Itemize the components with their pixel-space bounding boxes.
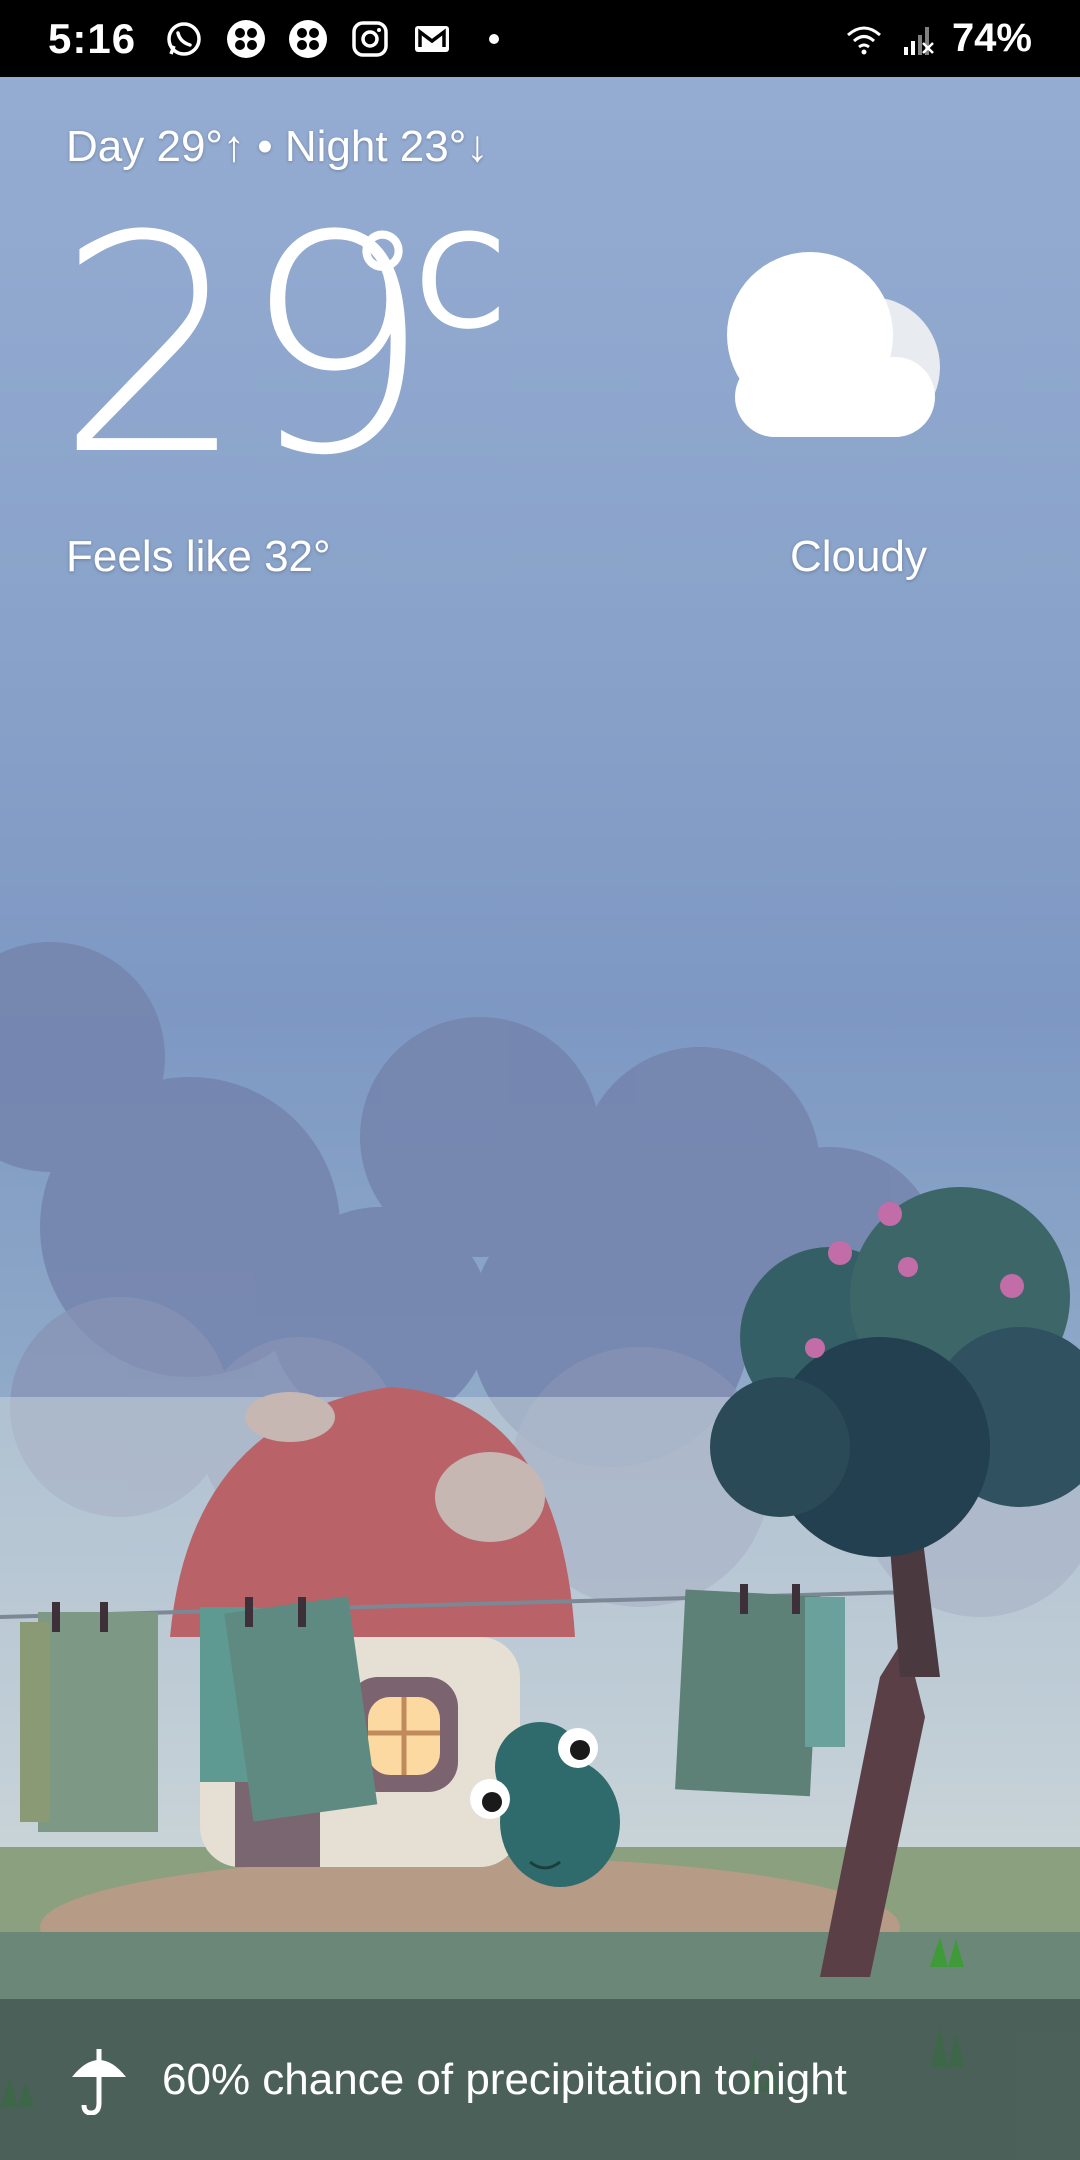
wifi-icon bbox=[844, 19, 884, 59]
umbrella-icon bbox=[70, 2045, 128, 2116]
day-night-temperature: Day 29°↑ • Night 23°↓ bbox=[66, 122, 489, 171]
clover-app-icon bbox=[288, 19, 328, 59]
status-bar: 5:16 74% bbox=[0, 0, 1080, 77]
precipitation-banner[interactable]: 60% chance of precipitation tonight bbox=[0, 1999, 1080, 2160]
cloud-icon bbox=[725, 237, 975, 462]
dot-icon bbox=[474, 19, 514, 59]
notification-icons bbox=[164, 19, 514, 59]
temperature-unit: °C bbox=[350, 206, 506, 358]
condition-label: Cloudy bbox=[790, 532, 927, 581]
clover-app-icon bbox=[226, 19, 266, 59]
status-time: 5:16 bbox=[48, 14, 137, 62]
weather-scene: Day 29°↑ • Night 23°↓ 29 °C Feels like 3… bbox=[0, 77, 1080, 2160]
gmail-icon bbox=[412, 19, 452, 59]
signal-icon bbox=[898, 19, 938, 59]
feels-like: Feels like 32° bbox=[66, 532, 331, 581]
whatsapp-icon bbox=[164, 19, 204, 59]
instagram-icon bbox=[350, 19, 390, 59]
status-right: 74% bbox=[844, 16, 1032, 61]
precipitation-text: 60% chance of precipitation tonight bbox=[162, 2054, 847, 2104]
battery-percentage: 74% bbox=[951, 16, 1032, 60]
